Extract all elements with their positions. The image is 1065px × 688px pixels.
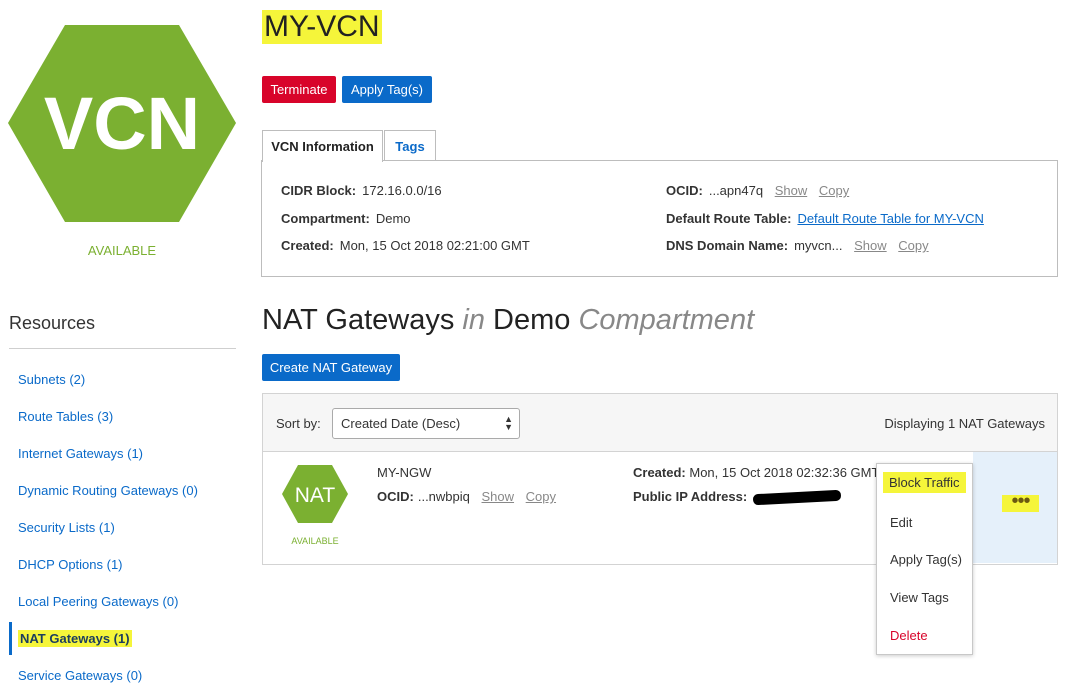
menu-item-apply-tags[interactable]: Apply Tag(s) — [890, 552, 962, 567]
dns-copy-link[interactable]: Copy — [898, 238, 928, 253]
default-route-table-link[interactable]: Default Route Table for MY-VCN — [797, 211, 983, 226]
nat-gateway-name[interactable]: MY-NGW — [377, 465, 431, 480]
cidr-block-row: CIDR Block: 172.16.0.0/16 — [281, 183, 442, 198]
tab-vcn-information[interactable]: VCN Information — [262, 130, 383, 162]
vcn-status: AVAILABLE — [87, 243, 157, 258]
resource-item-internet-gateways[interactable]: Internet Gateways (1) — [9, 435, 236, 472]
vcn-hexagon-icon: VCN — [8, 25, 236, 222]
nat-hexagon-icon: NAT — [282, 465, 348, 523]
resource-item-drg[interactable]: Dynamic Routing Gateways (0) — [9, 472, 236, 509]
apply-tags-button[interactable]: Apply Tag(s) — [342, 76, 432, 103]
nat-created-value: Mon, 15 Oct 2018 02:32:36 GMT — [689, 465, 880, 480]
created-value: Mon, 15 Oct 2018 02:21:00 GMT — [339, 238, 530, 253]
menu-item-block-traffic[interactable]: Block Traffic — [883, 472, 966, 493]
list-toolbar: Sort by: Created Date (Desc) ▲ ▼ Displayi… — [263, 394, 1057, 452]
cidr-block-value: 172.16.0.0/16 — [362, 183, 442, 198]
dns-value: myvcn... — [794, 238, 843, 253]
ocid-show-link[interactable]: Show — [775, 183, 808, 198]
resource-item-local-peering[interactable]: Local Peering Gateways (0) — [9, 583, 236, 620]
ocid-row: OCID: ...apn47q Show Copy — [666, 183, 850, 198]
sort-select[interactable]: Created Date (Desc) ▲ ▼ — [332, 408, 520, 439]
tab-tags[interactable]: Tags — [384, 130, 436, 161]
menu-item-delete[interactable]: Delete — [890, 628, 928, 643]
resources-divider — [9, 348, 236, 349]
resource-item-service-gateways[interactable]: Service Gateways (0) — [9, 657, 236, 688]
page-title: MY-VCN — [262, 10, 382, 44]
route-table-row: Default Route Table: Default Route Table … — [666, 211, 984, 226]
nat-ocid-row: OCID: ...nwbpiq Show Copy — [377, 489, 557, 504]
nat-public-ip-row: Public IP Address: — [633, 489, 842, 506]
created-row: Created: Mon, 15 Oct 2018 02:21:00 GMT — [281, 238, 530, 253]
nat-ocid-copy-link[interactable]: Copy — [526, 489, 556, 504]
resource-item-dhcp-options[interactable]: DHCP Options (1) — [9, 546, 236, 583]
resources-nav: Subnets (2) Route Tables (3) Internet Ga… — [9, 361, 236, 688]
redacted-ip — [752, 489, 842, 506]
resource-item-subnets[interactable]: Subnets (2) — [9, 361, 236, 398]
nat-ocid-show-link[interactable]: Show — [482, 489, 515, 504]
ocid-copy-link[interactable]: Copy — [819, 183, 849, 198]
menu-item-view-tags[interactable]: View Tags — [890, 590, 949, 605]
vcn-info-panel: CIDR Block: 172.16.0.0/16 Compartment: Dem… — [261, 160, 1058, 277]
resource-item-route-tables[interactable]: Route Tables (3) — [9, 398, 236, 435]
chevron-updown-icon: ▲ ▼ — [504, 414, 513, 432]
displaying-count: Displaying 1 NAT Gateways — [884, 416, 1045, 431]
more-actions-icon[interactable]: ••• — [1002, 491, 1039, 512]
resource-item-security-lists[interactable]: Security Lists (1) — [9, 509, 236, 546]
compartment-row: Compartment: Demo — [281, 211, 411, 226]
compartment-value: Demo — [375, 211, 411, 226]
resource-item-nat-gateways[interactable]: NAT Gateways (1) — [9, 620, 236, 657]
resources-heading: Resources — [9, 313, 96, 333]
dns-row: DNS Domain Name: myvcn... Show Copy — [666, 238, 929, 253]
nat-created-row: Created: Mon, 15 Oct 2018 02:32:36 GMT — [633, 465, 880, 480]
create-nat-gateway-button[interactable]: Create NAT Gateway — [262, 354, 400, 381]
vcn-logo-text: VCN — [44, 82, 200, 165]
nat-logo-text: NAT — [295, 484, 336, 507]
actions-menu: Block Traffic Edit Apply Tag(s) View Tag… — [876, 463, 973, 655]
dns-show-link[interactable]: Show — [854, 238, 887, 253]
ocid-value: ...apn47q — [708, 183, 764, 198]
nat-status: AVAILABLE — [291, 536, 339, 546]
terminate-button[interactable]: Terminate — [262, 76, 336, 103]
actions-cell: ••• — [973, 452, 1057, 563]
section-title: NAT Gateways in Demo Compartment — [262, 304, 755, 336]
menu-item-edit[interactable]: Edit — [890, 515, 912, 530]
sort-label: Sort by: — [276, 416, 321, 431]
nat-ocid-value: ...nwbpiq — [417, 489, 470, 504]
